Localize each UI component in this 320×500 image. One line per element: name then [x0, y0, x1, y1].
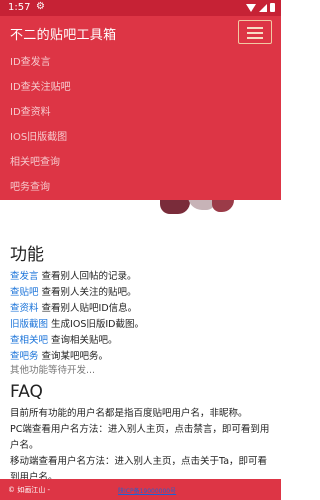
feature-link-screenshot[interactable]: 旧版截图 [10, 319, 48, 330]
feature-desc: 查询相关贴吧。 [48, 335, 118, 346]
feature-item: 查发言 查看别人回帖的记录。 [10, 268, 137, 282]
status-bar: 1:57 ⚙ [0, 0, 281, 16]
menu-item-id-profile[interactable]: ID查资料 [10, 103, 51, 118]
feature-link-admin[interactable]: 查吧务 [10, 351, 39, 362]
banner-image [150, 200, 250, 216]
menu-item-id-posts[interactable]: ID查发言 [10, 53, 51, 68]
hamburger-icon [247, 32, 263, 34]
feature-desc: 查看别人回帖的记录。 [38, 271, 137, 282]
feature-item: 查吧务 查询某吧吧务。 [10, 348, 108, 362]
footer-copyright: © 如画江山 - [8, 486, 50, 494]
hamburger-icon [247, 27, 263, 29]
feature-desc: 查看别人关注的贴吧。 [38, 287, 137, 298]
feature-desc: 查看别人贴吧ID信息。 [38, 303, 138, 314]
feature-desc: 生成IOS旧版ID截图。 [48, 319, 144, 330]
feature-link-profile[interactable]: 查资料 [10, 303, 39, 314]
footer: © 如画江山 - 陕ICP备19000000号 [0, 479, 281, 500]
feature-item: 查资料 查看别人贴吧ID信息。 [10, 300, 137, 314]
menu-item-related-tieba[interactable]: 相关吧查询 [10, 153, 60, 168]
footer-icp-link[interactable]: 陕ICP备19000000号 [118, 486, 176, 495]
navbar: 不二的贴吧工具箱 ID查发言 ID查关注贴吧 ID查资料 IOS旧版截图 相关吧… [0, 16, 281, 200]
brand-title[interactable]: 不二的贴吧工具箱 [10, 24, 116, 43]
menu-item-id-followed[interactable]: ID查关注贴吧 [10, 78, 71, 93]
status-icons [246, 3, 275, 12]
feature-item: 查相关吧 查询相关贴吧。 [10, 332, 118, 346]
menu-item-admin-query[interactable]: 吧务查询 [10, 178, 50, 193]
feature-item: 查贴吧 查看别人关注的贴吧。 [10, 284, 137, 298]
menu-item-ios-screenshot[interactable]: IOS旧版截图 [10, 128, 67, 143]
wifi-icon [246, 3, 256, 12]
signal-icon [259, 3, 267, 12]
faq-title: FAQ [10, 382, 43, 402]
hamburger-icon [247, 37, 263, 39]
feature-link-related[interactable]: 查相关吧 [10, 335, 48, 346]
status-time: 1:57 [8, 2, 31, 13]
menu-toggle-button[interactable] [238, 20, 272, 44]
feature-link-post[interactable]: 查发言 [10, 271, 39, 282]
features-title: 功能 [10, 245, 44, 265]
features-more: 其他功能等待开发... [10, 365, 96, 376]
feature-link-tieba[interactable]: 查贴吧 [10, 287, 39, 298]
faq-paragraph: PC端查看用户名方法：进入别人主页，点击禁言，即可看到用户名。 [10, 424, 270, 451]
feature-desc: 查询某吧吧务。 [38, 351, 109, 362]
faq-paragraph: 目前所有功能的用户名都是指百度贴吧用户名，非昵称。 [10, 408, 248, 419]
feature-item: 旧版截图 生成IOS旧版ID截图。 [10, 316, 144, 330]
settings-gear-icon: ⚙ [36, 1, 45, 12]
battery-icon [270, 3, 275, 12]
